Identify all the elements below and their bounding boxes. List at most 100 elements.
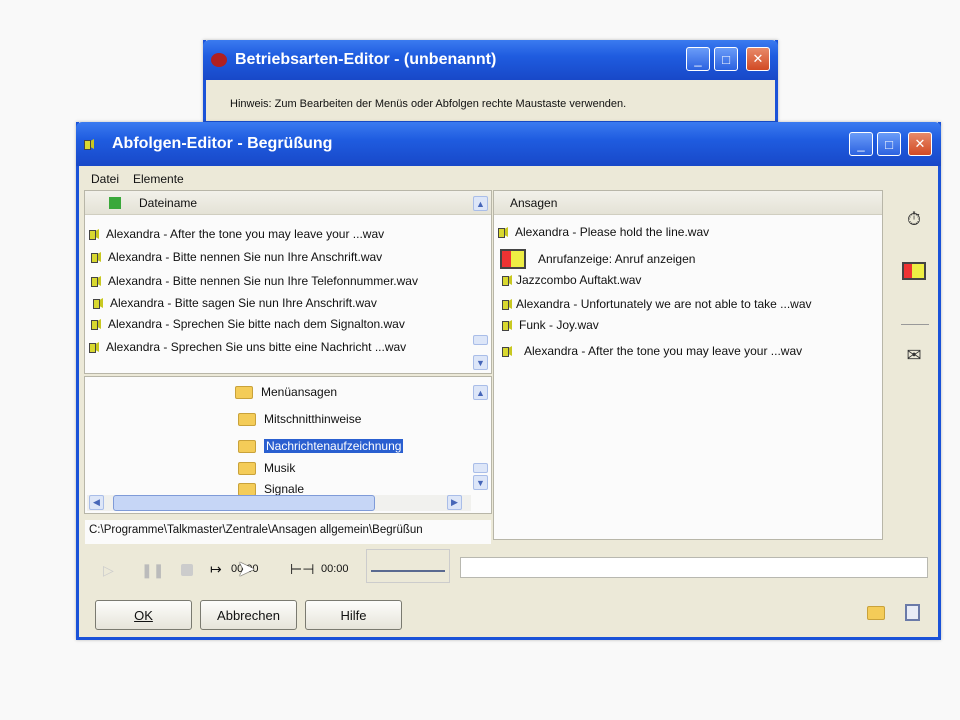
folder-name: Musik — [264, 461, 296, 475]
window-title: Abfolgen-Editor - Begrüßung — [112, 135, 333, 152]
list-item[interactable]: Jazzcombo Auftakt.wav — [502, 273, 641, 287]
speaker-icon — [502, 297, 516, 311]
back-window-title: Betriebsarten-Editor - (unbenannt) — [235, 51, 497, 68]
horizontal-scrollbar[interactable]: ◀ ▶ — [87, 495, 471, 511]
list-item[interactable]: Alexandra - Bitte nennen Sie nun Ihre An… — [91, 250, 382, 264]
list-item[interactable]: Funk - Joy.wav — [502, 318, 599, 332]
scroll-left-button[interactable]: ◀ — [89, 495, 104, 510]
speaker-icon — [89, 340, 103, 354]
scroll-down-button[interactable]: ▼ — [473, 355, 488, 370]
stop-button[interactable] — [181, 564, 193, 576]
open-folder-icon[interactable] — [867, 606, 885, 620]
list-item[interactable]: Alexandra - Unfortunately we are not abl… — [502, 297, 812, 311]
tree-item[interactable]: Menüansagen — [235, 385, 337, 399]
minimize-button[interactable]: _ — [849, 132, 873, 156]
sequence-editor-window: Abfolgen-Editor - Begrüßung _ □ ✕ Datei … — [76, 122, 941, 640]
toolbar-separator — [901, 324, 929, 325]
message-icon[interactable]: ✉ — [901, 344, 927, 366]
folder-icon — [235, 385, 253, 399]
tree-item-selected[interactable]: Nachrichtenaufzeichnung — [238, 439, 404, 453]
folder-icon — [238, 482, 256, 496]
minimize-button[interactable]: _ — [686, 47, 710, 71]
stopwatch-icon[interactable]: ⏱ — [901, 208, 927, 230]
help-button[interactable]: Hilfe — [305, 600, 402, 630]
back-window: Betriebsarten-Editor - (unbenannt) _ □ ✕… — [203, 40, 778, 124]
save-icon[interactable] — [905, 604, 920, 621]
title-bar[interactable]: Abfolgen-Editor - Begrüßung — [76, 122, 941, 166]
pause-button[interactable]: ❚❚ — [141, 562, 164, 579]
file-list-header[interactable]: Dateiname — [85, 191, 491, 215]
folder-name: Mitschnitthinweise — [264, 412, 362, 426]
item-label: Funk - Joy.wav — [519, 318, 599, 332]
file-name: Alexandra - After the tone you may leave… — [106, 227, 385, 241]
list-item[interactable]: Alexandra - Please hold the line.wav — [498, 225, 709, 239]
scroll-up-button[interactable]: ▲ — [473, 196, 488, 211]
speaker-icon — [502, 318, 516, 332]
list-item[interactable]: Alexandra - Sprechen Sie uns bitte eine … — [89, 340, 406, 354]
file-name: Alexandra - Sprechen Sie uns bitte eine … — [106, 340, 407, 354]
volume-slider[interactable] — [366, 549, 450, 583]
file-name: Alexandra - Bitte sagen Sie nun Ihre Ans… — [110, 296, 377, 310]
scroll-thumb[interactable] — [473, 463, 488, 473]
scroll-down-button[interactable]: ▼ — [473, 475, 488, 490]
speaker-icon — [93, 296, 107, 310]
list-item[interactable]: Alexandra - Sprechen Sie bitte nach dem … — [91, 317, 405, 331]
horizontal-scroll-thumb[interactable] — [113, 495, 375, 511]
item-label: Alexandra - Unfortunately we are not abl… — [516, 297, 812, 311]
scroll-right-button[interactable]: ▶ — [447, 495, 462, 510]
position-icon: ↦ — [210, 561, 222, 577]
folder-icon — [238, 412, 256, 426]
close-button[interactable]: ✕ — [746, 47, 770, 71]
speaker-icon — [498, 225, 512, 239]
tree-item[interactable]: Mitschnitthinweise — [238, 412, 361, 426]
ansagen-list[interactable]: Ansagen Alexandra - Please hold the line… — [493, 190, 883, 540]
speaker-icon — [89, 227, 103, 241]
folder-up-icon — [109, 196, 121, 209]
speaker-icon — [502, 344, 516, 358]
speaker-icon — [91, 274, 105, 288]
file-list[interactable]: Dateiname ▲ ▼ Alexandra - After the tone… — [84, 190, 492, 374]
list-item[interactable]: Alexandra - After the tone you may leave… — [502, 344, 802, 358]
tree-item[interactable]: Musik — [238, 461, 295, 475]
call-display-icon — [500, 249, 526, 269]
file-name: Alexandra - Bitte nennen Sie nun Ihre Te… — [108, 274, 418, 288]
cancel-button[interactable]: Abbrechen — [200, 600, 297, 630]
ok-button[interactable]: OK — [95, 600, 192, 630]
maximize-button[interactable]: □ — [877, 132, 901, 156]
scroll-thumb[interactable] — [473, 335, 488, 345]
call-display-icon[interactable] — [901, 260, 927, 282]
tree-item[interactable]: Signale — [238, 482, 304, 496]
item-label: Anrufanzeige: Anruf anzeigen — [538, 252, 696, 266]
list-item[interactable]: Alexandra - Bitte sagen Sie nun Ihre Ans… — [93, 296, 377, 310]
ansagen-header[interactable]: Ansagen — [494, 191, 882, 215]
close-button[interactable]: ✕ — [908, 132, 932, 156]
item-label: Alexandra - Please hold the line.wav — [515, 225, 710, 239]
menu-elemente[interactable]: Elemente — [133, 172, 184, 186]
list-item[interactable]: Alexandra - Bitte nennen Sie nun Ihre Te… — [91, 274, 418, 288]
folder-name: Signale — [264, 482, 305, 496]
menu-datei[interactable]: Datei — [91, 172, 119, 186]
speaker-icon — [502, 273, 516, 287]
column-ansagen: Ansagen — [510, 195, 558, 210]
list-item[interactable]: Anrufanzeige: Anruf anzeigen — [500, 249, 695, 269]
menu-bar: Datei Elemente — [91, 172, 184, 186]
play-button[interactable]: ▷ — [103, 562, 114, 579]
list-item[interactable]: Alexandra - After the tone you may leave… — [89, 227, 384, 241]
scroll-up-button[interactable]: ▲ — [473, 385, 488, 400]
column-dateiname: Dateiname — [139, 195, 198, 210]
maximize-button[interactable]: □ — [714, 47, 738, 71]
folder-tree[interactable]: Menüansagen Mitschnitthinweise Nachricht… — [84, 376, 492, 514]
length-time: 00:00 — [321, 563, 349, 575]
folder-name: Nachrichtenaufzeichnung — [264, 439, 404, 453]
progress-field — [460, 557, 928, 578]
path-field: C:\Programme\Talkmaster\Zentrale\Ansagen… — [85, 520, 491, 544]
mouse-cursor: ➤ — [237, 556, 256, 581]
speaker-icon — [91, 317, 105, 331]
file-name: Alexandra - Sprechen Sie bitte nach dem … — [108, 317, 405, 331]
speaker-icon — [84, 137, 98, 151]
item-label: Alexandra - After the tone you may leave… — [524, 344, 803, 358]
app-icon — [211, 53, 227, 67]
file-name: Alexandra - Bitte nennen Sie nun Ihre An… — [108, 250, 383, 264]
folder-name: Menüansagen — [261, 385, 338, 399]
hint-text: Hinweis: Zum Bearbeiten der Menüs oder A… — [230, 98, 627, 110]
